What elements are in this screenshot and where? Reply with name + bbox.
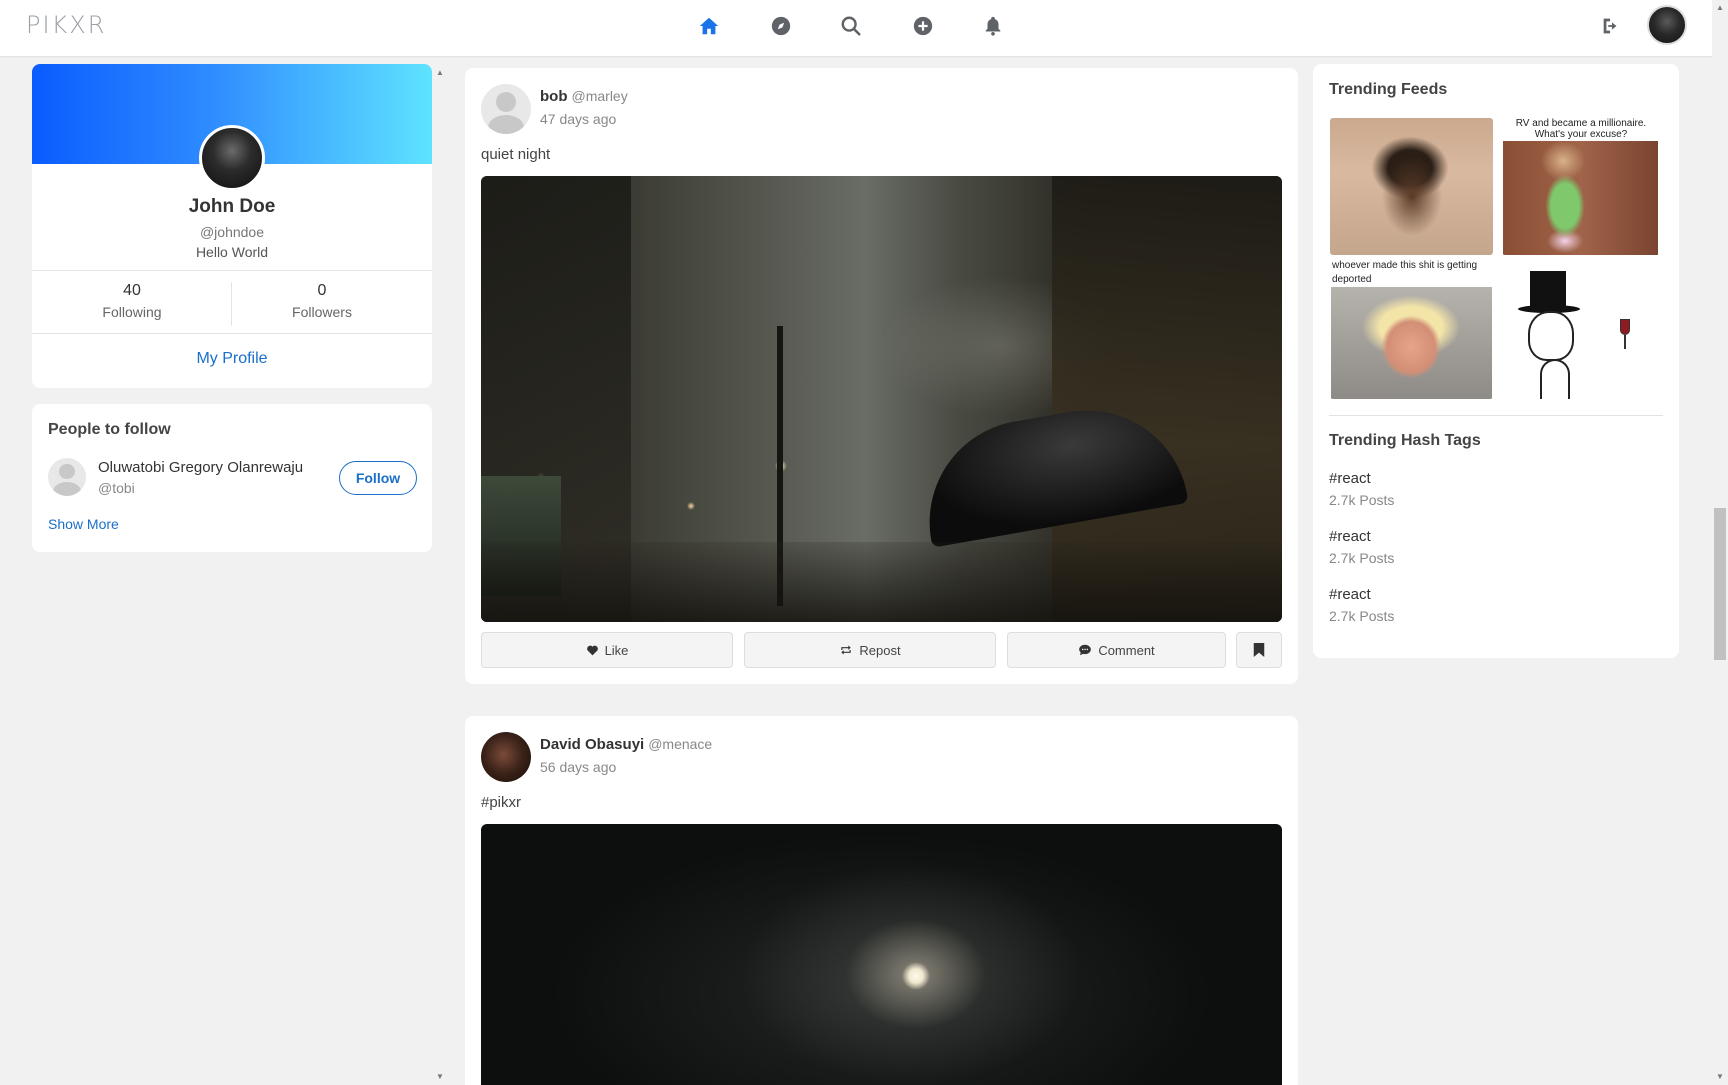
like-button[interactable]: Like — [481, 632, 733, 668]
heart-icon — [586, 645, 598, 655]
repost-label: Repost — [859, 642, 901, 658]
repost-button[interactable]: Repost — [744, 632, 996, 668]
hashtag-count: 2.7k Posts — [1329, 492, 1395, 508]
trending-feeds-title: Trending Feeds — [1329, 81, 1448, 98]
hashtag-link[interactable]: #react — [1329, 470, 1371, 487]
compass-icon[interactable] — [769, 14, 793, 38]
hashtag-link[interactable]: #react — [1329, 528, 1371, 545]
sidebar-scroll-down[interactable]: ▼ — [436, 1072, 444, 1081]
trending-feed-image[interactable]: whoever made this shit is getting deport… — [1330, 259, 1493, 399]
meme-caption: whoever made this shit is getting deport… — [1332, 260, 1478, 285]
post-card: bob @marley 47 days ago quiet night Like … — [465, 68, 1298, 684]
top-navbar: PIKXR — [0, 0, 1712, 56]
page-scrollbar[interactable]: ▲ ▼ — [1712, 0, 1728, 1085]
followers-label: Followers — [292, 304, 352, 320]
following-label: Following — [102, 304, 162, 320]
divider — [32, 270, 432, 271]
follow-button[interactable]: Follow — [339, 461, 417, 495]
people-to-follow-card: People to follow Oluwatobi Gregory Olanr… — [32, 404, 432, 552]
my-profile-link[interactable]: My Profile — [32, 350, 432, 368]
logout-icon[interactable] — [1599, 14, 1623, 38]
divider — [32, 333, 432, 334]
comment-icon — [1079, 644, 1092, 656]
trending-hashtags-title: Trending Hash Tags — [1329, 432, 1481, 449]
hashtag-link[interactable]: #react — [1329, 586, 1371, 603]
like-label: Like — [604, 642, 629, 658]
post-actions: Like Repost Comment — [481, 632, 1282, 668]
profile-name: John Doe — [188, 196, 276, 217]
suggested-user-handle: @tobi — [98, 480, 135, 496]
post-text: quiet night — [481, 146, 551, 163]
sidebar-scroll-up[interactable]: ▲ — [436, 68, 444, 77]
hashtag-count: 2.7k Posts — [1329, 550, 1395, 566]
trending-feed-image[interactable]: RV and became a millionaire. What's your… — [1502, 118, 1660, 255]
post-timestamp: 56 days ago — [540, 759, 617, 775]
trending-card: Trending Feeds RV and became a millionai… — [1313, 64, 1679, 658]
meme-caption: RV and became a millionaire. What's your… — [1515, 118, 1647, 140]
user-avatar[interactable] — [1647, 5, 1687, 45]
post-image[interactable] — [481, 176, 1282, 622]
comment-button[interactable]: Comment — [1007, 632, 1226, 668]
post-author-handle: @menace — [648, 736, 713, 752]
repost-icon — [841, 645, 852, 655]
post-author-avatar[interactable] — [481, 84, 531, 134]
following-count: 40 — [123, 282, 141, 299]
bell-icon[interactable] — [981, 14, 1005, 38]
bookmark-button[interactable] — [1236, 632, 1282, 668]
post-author-handle: @marley — [571, 88, 628, 104]
post-author-name[interactable]: bob — [540, 88, 568, 105]
followers-stat[interactable]: 0 Followers — [222, 282, 422, 320]
bookmark-icon — [1253, 643, 1265, 657]
post-author[interactable]: David Obasuyi @menace — [540, 736, 712, 753]
post-timestamp: 47 days ago — [540, 111, 617, 127]
post-card: David Obasuyi @menace 56 days ago #pikxr — [465, 716, 1298, 1085]
trending-feed-image[interactable] — [1330, 118, 1493, 255]
following-stat[interactable]: 40 Following — [32, 282, 232, 320]
scrollbar-thumb[interactable] — [1714, 508, 1726, 660]
profile-bio: Hello World — [195, 244, 269, 260]
post-image[interactable] — [481, 824, 1282, 1085]
profile-avatar[interactable] — [199, 125, 265, 191]
people-to-follow-title: People to follow — [48, 421, 171, 438]
post-author-avatar[interactable] — [481, 732, 531, 782]
suggested-user-name[interactable]: Oluwatobi Gregory Olanrewaju — [98, 459, 303, 476]
hashtag-count: 2.7k Posts — [1329, 608, 1395, 624]
profile-handle: @johndoe — [199, 224, 265, 240]
trending-feed-image[interactable] — [1502, 259, 1660, 399]
app-logo[interactable]: PIKXR — [26, 11, 106, 39]
post-author[interactable]: bob @marley — [540, 88, 628, 105]
post-text: #pikxr — [481, 794, 522, 811]
divider — [1329, 415, 1663, 416]
home-icon[interactable] — [697, 14, 721, 38]
comment-label: Comment — [1098, 642, 1155, 658]
suggested-user-avatar[interactable] — [48, 458, 86, 496]
search-icon[interactable] — [839, 14, 863, 38]
plus-circle-icon[interactable] — [911, 14, 935, 38]
show-more-link[interactable]: Show More — [48, 516, 119, 532]
profile-card: John Doe @johndoe Hello World 40 Followi… — [32, 64, 432, 388]
post-author-name[interactable]: David Obasuyi — [540, 736, 644, 753]
followers-count: 0 — [317, 282, 327, 299]
